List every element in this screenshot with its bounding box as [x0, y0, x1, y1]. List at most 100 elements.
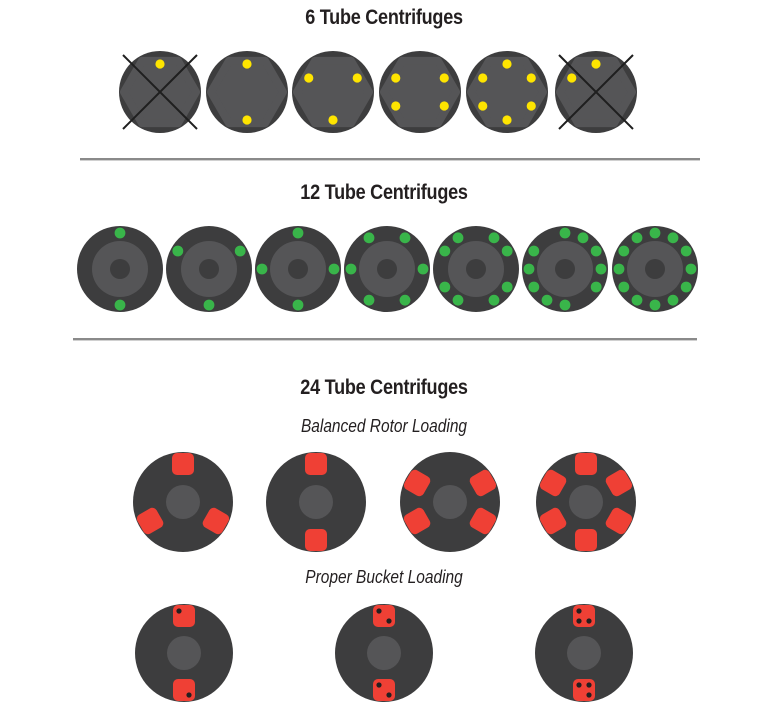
green-tube: [292, 227, 304, 239]
green-tube: [452, 232, 464, 244]
green-tube: [399, 294, 411, 306]
yellow-tube: [155, 59, 165, 69]
red-bucket: [575, 453, 597, 475]
yellow-tube: [439, 73, 449, 83]
green-tube: [667, 294, 679, 306]
green-tube: [559, 299, 571, 311]
green-tube: [559, 227, 571, 239]
green-tube: [439, 245, 451, 257]
bucket-tube: [386, 692, 392, 698]
rotor-inner-plate: [207, 56, 287, 128]
rotor-hub: [377, 259, 397, 279]
red-bucket-top: [173, 605, 195, 627]
twelve-tube-rotor: [522, 226, 608, 312]
rotor-inner-plate: [293, 56, 373, 128]
rotor-hub: [166, 485, 200, 519]
yellow-tube: [391, 73, 401, 83]
balanced-rotor: [266, 452, 366, 552]
green-tube: [680, 245, 692, 257]
green-tube: [501, 281, 513, 293]
green-tube: [618, 281, 630, 293]
six-tube-rotor-row: [119, 51, 637, 133]
green-tube: [203, 299, 215, 311]
yellow-tube: [352, 73, 362, 83]
green-tube: [417, 263, 429, 275]
rotor-hub: [567, 636, 601, 670]
yellow-tube: [439, 101, 449, 111]
yellow-tube: [478, 101, 488, 111]
bucket-tube: [376, 682, 382, 688]
bucket-tube: [386, 618, 392, 624]
green-tube: [363, 232, 375, 244]
green-tube: [292, 299, 304, 311]
green-tube: [590, 245, 602, 257]
bucket-loading-rotor: [335, 604, 433, 702]
balanced-rotor-row: [133, 452, 636, 552]
green-tube: [667, 232, 679, 244]
yellow-tube: [526, 101, 536, 111]
bucket-tube: [576, 618, 582, 624]
green-tube: [501, 245, 513, 257]
green-tube: [649, 227, 661, 239]
six-tube-rotor: [466, 51, 548, 133]
green-tube: [328, 263, 340, 275]
bucket-loading-rotor: [535, 604, 633, 702]
twelve-tube-rotor: [166, 226, 252, 312]
bucket-tube: [576, 682, 582, 688]
green-tube: [523, 263, 535, 275]
red-bucket: [575, 529, 597, 551]
red-bucket: [305, 453, 327, 475]
green-tube: [541, 294, 553, 306]
green-tube: [528, 281, 540, 293]
green-tube: [618, 245, 630, 257]
green-tube: [631, 294, 643, 306]
green-tube: [399, 232, 411, 244]
bucket-loading-rotor: [135, 604, 233, 702]
rotor-hub: [466, 259, 486, 279]
bucket-tube: [576, 608, 582, 614]
rotor-inner-plate: [380, 56, 460, 128]
balanced-rotor: [536, 452, 636, 552]
yellow-tube: [328, 115, 338, 125]
bucket-tube: [176, 608, 182, 614]
red-bucket-bottom: [573, 679, 595, 701]
centrifuge-diagram: [77, 51, 698, 702]
green-tube: [590, 281, 602, 293]
six-tube-rotor: [555, 51, 637, 133]
rotor-hub: [299, 485, 333, 519]
yellow-tube: [502, 115, 512, 125]
green-tube: [345, 263, 357, 275]
green-tube: [595, 263, 607, 275]
green-tube: [172, 245, 184, 257]
bucket-tube: [586, 692, 592, 698]
balanced-rotor: [400, 452, 500, 552]
twelve-tube-rotor: [255, 226, 341, 312]
yellow-tube: [304, 73, 314, 83]
red-bucket-top: [573, 605, 595, 627]
yellow-tube: [242, 115, 252, 125]
green-tube: [256, 263, 268, 275]
rotor-hub: [199, 259, 219, 279]
twelve-tube-rotor: [612, 226, 698, 312]
rotor-hub: [555, 259, 575, 279]
green-tube: [528, 245, 540, 257]
rotor-inner-plate: [467, 56, 547, 128]
yellow-tube: [478, 73, 488, 83]
rotor-hub: [367, 636, 401, 670]
green-tube: [488, 294, 500, 306]
green-tube: [631, 232, 643, 244]
yellow-tube: [502, 59, 512, 69]
yellow-tube: [591, 59, 601, 69]
green-tube: [577, 232, 589, 244]
yellow-tube: [242, 59, 252, 69]
green-tube: [649, 299, 661, 311]
green-tube: [114, 227, 126, 239]
red-bucket: [172, 453, 194, 475]
twelve-tube-rotor: [433, 226, 519, 312]
rotor-hub: [433, 485, 467, 519]
green-tube: [114, 299, 126, 311]
red-bucket-bottom: [173, 679, 195, 701]
red-bucket-top: [373, 605, 395, 627]
rotor-hub: [288, 259, 308, 279]
twelve-tube-rotor: [344, 226, 430, 312]
